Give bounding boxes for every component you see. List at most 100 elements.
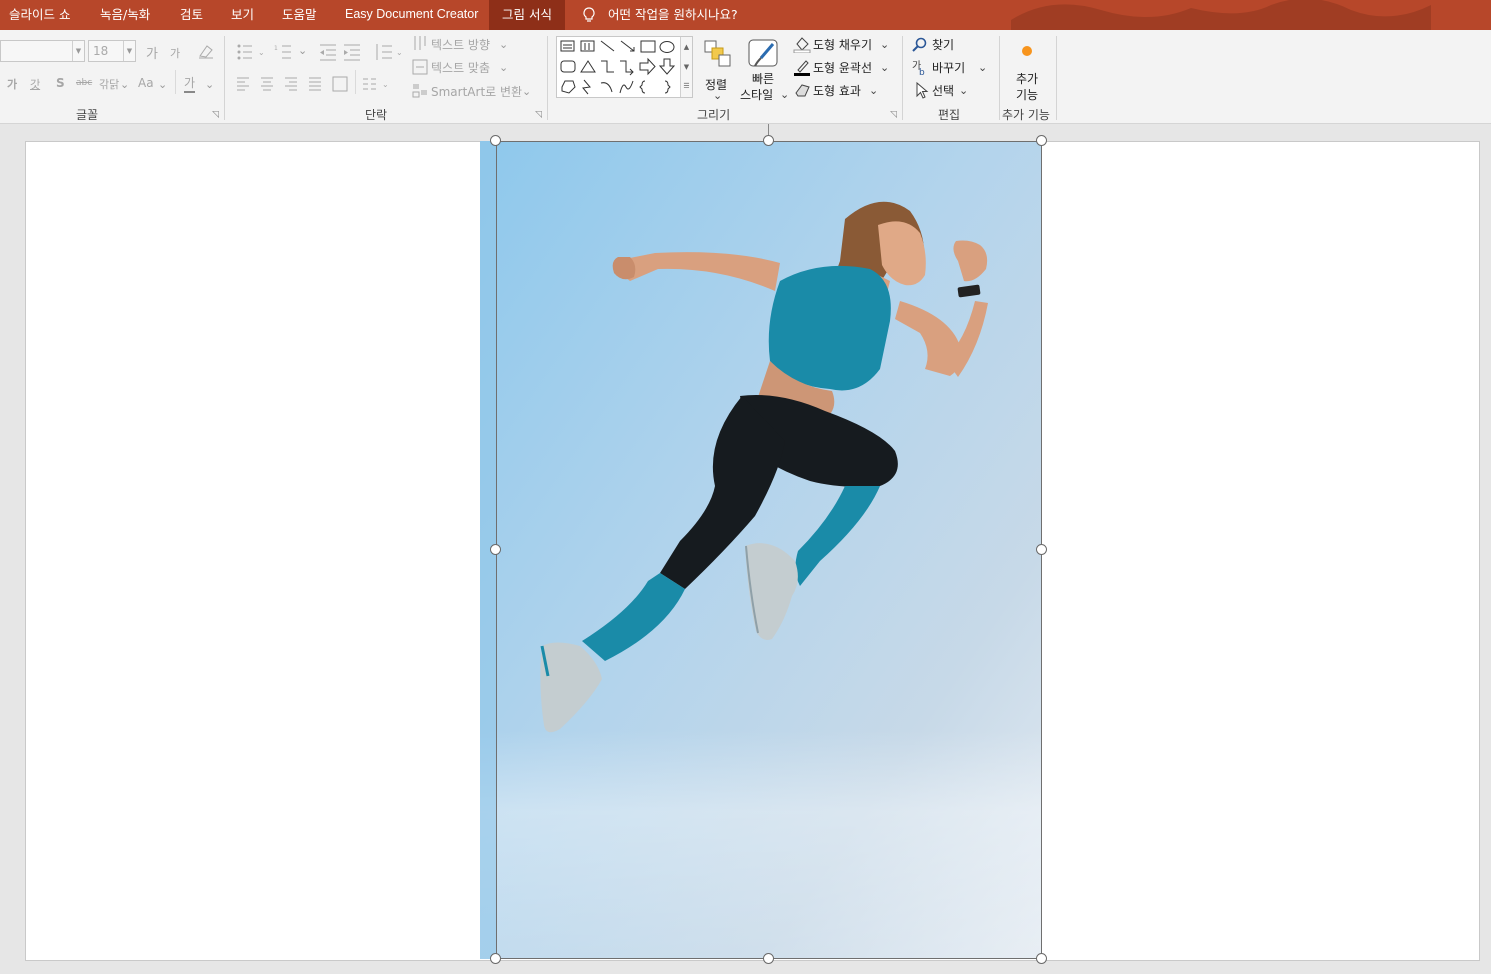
- addin-icon: [1022, 46, 1032, 56]
- svg-text:1: 1: [274, 45, 278, 52]
- group-separator: [547, 36, 548, 120]
- dialog-launcher-icon[interactable]: ◹: [212, 110, 219, 120]
- strikethrough-button[interactable]: abc: [76, 78, 92, 88]
- shape-fill-label: 도형 채우기: [813, 38, 873, 52]
- underline-button[interactable]: 갓: [30, 76, 40, 92]
- font-color-button[interactable]: 가: [184, 74, 196, 93]
- columns-icon[interactable]: ⌄: [363, 76, 393, 92]
- group-label-addins: 추가 기능: [1002, 108, 1050, 122]
- chevron-up-icon[interactable]: ▲: [681, 37, 692, 57]
- chevron-down-icon[interactable]: ⌄: [522, 85, 531, 98]
- dialog-launcher-icon[interactable]: ◹: [535, 110, 542, 120]
- align-icons[interactable]: [237, 76, 351, 92]
- shape-outline-label: 도형 윤곽선: [813, 61, 873, 75]
- addins-label-1: 추가: [1016, 72, 1039, 86]
- addins-label-2: 기능: [1016, 88, 1039, 102]
- font-size-combo[interactable]: 18 ▼: [88, 40, 136, 62]
- tab-picture-format[interactable]: 그림 서식: [489, 0, 565, 30]
- group-separator: [999, 36, 1000, 120]
- arrange-button[interactable]: 정렬 ⌄: [700, 36, 734, 102]
- shape-effects-button[interactable]: 도형 효과 ⌄: [793, 81, 903, 101]
- smartart-button[interactable]: SmartArt로 변환: [431, 83, 522, 100]
- divider: [175, 70, 176, 94]
- char-spacing-button[interactable]: 갂닭: [99, 76, 119, 92]
- chevron-down-icon[interactable]: ▼: [123, 41, 135, 61]
- chevron-down-icon[interactable]: ⌄: [158, 78, 167, 91]
- tab-help[interactable]: 도움말: [282, 0, 317, 30]
- ribbon: ▼ 18 ▼ 가 가 가 갓 S abc 갂닭 ⌄ Aa ⌄ 가 ⌄ 글꼴 ◹ …: [0, 30, 1491, 124]
- bullets-icon[interactable]: ⌄ 1: [236, 42, 296, 62]
- chevron-down-icon[interactable]: ⌄: [298, 44, 307, 57]
- chevron-down-icon[interactable]: ⌄: [499, 61, 508, 74]
- chevron-down-icon: ⌄: [869, 84, 879, 97]
- font-size-value: 18: [93, 44, 109, 58]
- change-case-button[interactable]: Aa: [138, 76, 154, 90]
- resize-handle-right[interactable]: [1036, 544, 1047, 555]
- arrange-icon: [704, 40, 731, 67]
- svg-text:⌄: ⌄: [258, 48, 265, 57]
- chevron-down-icon[interactable]: ⌄: [499, 38, 508, 51]
- tab-easy-document-creator[interactable]: Easy Document Creator: [345, 0, 478, 30]
- find-button[interactable]: 찾기: [912, 35, 992, 55]
- select-button[interactable]: 선택 ⌄: [912, 81, 992, 101]
- chevron-down-icon[interactable]: ⌄: [205, 78, 214, 91]
- quick-styles-button[interactable]: 빠른 스타일 ⌄: [738, 36, 790, 104]
- shape-outline-icon: [794, 60, 810, 76]
- quick-styles-label-2: 스타일: [740, 88, 774, 102]
- running-woman-picture[interactable]: [480, 141, 1042, 959]
- font-name-combo[interactable]: ▼: [0, 40, 85, 62]
- tell-me-text: 어떤 작업을 원하시나요?: [608, 7, 738, 22]
- text-direction-button[interactable]: 텍스트 방향: [431, 36, 490, 53]
- addins-button[interactable]: 추가 기능: [1006, 36, 1050, 102]
- resize-handle-bottom[interactable]: [763, 953, 774, 964]
- dialog-launcher-icon[interactable]: ◹: [890, 110, 897, 120]
- shapes-gallery-icons[interactable]: [557, 37, 681, 97]
- shape-fill-button[interactable]: 도형 채우기 ⌄: [793, 35, 903, 55]
- resize-handle-bottom-right[interactable]: [1036, 953, 1047, 964]
- rotation-handle[interactable]: [763, 135, 774, 146]
- chevron-down-icon: ⌄: [959, 84, 969, 97]
- indent-icons[interactable]: [318, 42, 364, 62]
- group-label-paragraph: 단락: [365, 108, 388, 122]
- replace-label: 바꾸기: [932, 61, 966, 75]
- svg-text:⌄: ⌄: [396, 48, 403, 57]
- resize-handle-left[interactable]: [490, 544, 501, 555]
- chevron-down-icon: ⌄: [780, 88, 790, 101]
- gallery-more-icon[interactable]: ☰: [681, 77, 692, 95]
- bold-button[interactable]: 가: [7, 76, 17, 92]
- tab-review[interactable]: 검토: [180, 0, 203, 30]
- group-separator: [902, 36, 903, 120]
- line-spacing-icon[interactable]: ⌄: [374, 42, 404, 62]
- group-label-drawing: 그리기: [697, 108, 731, 122]
- resize-handle-bottom-left[interactable]: [490, 953, 501, 964]
- text-direction-icon[interactable]: [412, 34, 428, 52]
- tab-record[interactable]: 녹음/녹화: [100, 0, 150, 30]
- align-text-icon[interactable]: [412, 58, 428, 76]
- shapes-gallery[interactable]: ▲ ▼ ☰: [556, 36, 693, 98]
- shrink-font-button[interactable]: 가: [170, 45, 180, 61]
- tab-bar-decoration: [1011, 0, 1431, 30]
- smartart-icon[interactable]: [412, 81, 428, 99]
- clear-formatting-icon[interactable]: [197, 42, 215, 60]
- grow-font-button[interactable]: 가: [146, 43, 158, 62]
- resize-handle-top-left[interactable]: [490, 135, 501, 146]
- svg-text:b: b: [919, 68, 925, 76]
- shape-outline-button[interactable]: 도형 윤곽선 ⌄: [793, 58, 903, 78]
- chevron-down-icon: ⌄: [880, 61, 890, 74]
- chevron-down-icon[interactable]: ▼: [72, 41, 84, 61]
- group-label-font: 글꼴: [76, 108, 99, 122]
- chevron-down-icon[interactable]: ⌄: [120, 78, 129, 91]
- replace-button[interactable]: 가b 바꾸기 ⌄: [912, 58, 992, 78]
- align-text-button[interactable]: 텍스트 맞춤: [431, 59, 490, 76]
- text-shadow-button[interactable]: S: [56, 76, 65, 90]
- chevron-down-icon[interactable]: ▼: [681, 57, 692, 77]
- gallery-scrollbar[interactable]: ▲ ▼ ☰: [680, 37, 692, 97]
- divider: [355, 70, 356, 94]
- tab-slideshow[interactable]: 슬라이드 쇼: [9, 0, 70, 30]
- group-label-editing: 편집: [938, 108, 961, 122]
- tab-view[interactable]: 보기: [231, 0, 254, 30]
- group-separator: [1056, 36, 1057, 120]
- svg-text:⌄: ⌄: [382, 80, 389, 89]
- select-icon: [916, 81, 929, 99]
- resize-handle-top-right[interactable]: [1036, 135, 1047, 146]
